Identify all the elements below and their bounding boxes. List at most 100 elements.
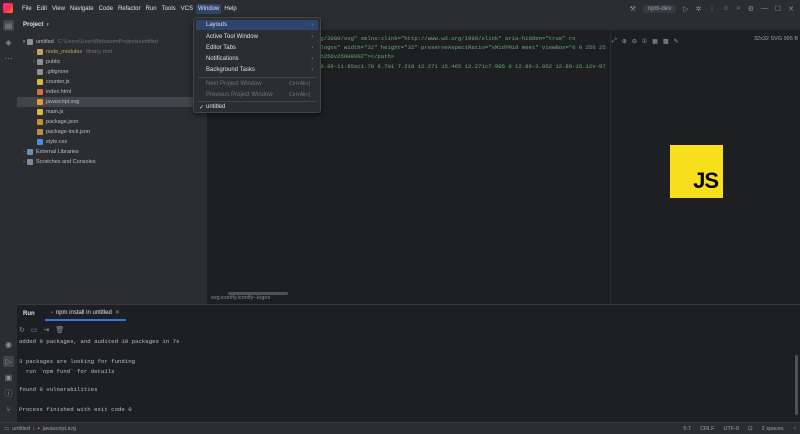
menu-window[interactable]: Window <box>196 3 222 14</box>
menu-item-next-project-window[interactable]: Next Project Window Ctrl+Alt+] <box>196 79 318 89</box>
status-widgets: 5:7 CRLF UTF-8 ⊡ 2 spaces ◔ <box>683 423 796 434</box>
submenu-arrow-icon: › <box>311 34 313 40</box>
settings-icon[interactable]: ⚙ <box>748 5 754 13</box>
run-tab[interactable]: ▪ npm install in untitled ✕ <box>44 306 126 321</box>
json-file-icon <box>37 129 43 135</box>
menu-item-active-tool-window[interactable]: Active Tool Window › <box>196 32 318 42</box>
menu-item-layouts[interactable]: Layouts › <box>196 20 318 30</box>
tree-item-hint: library root <box>86 49 113 55</box>
menu-tools[interactable]: Tools <box>160 4 178 14</box>
tree-item-node-modules[interactable]: › node_modules library root <box>17 47 207 57</box>
grid-icon[interactable]: ▦ <box>652 38 658 45</box>
menu-vcs[interactable]: VCS <box>179 4 195 14</box>
problems-tool-icon[interactable]: ⓘ <box>3 388 14 399</box>
menu-item-background-tasks[interactable]: Background Tasks › <box>196 65 318 75</box>
chessboard-icon[interactable]: ▩ <box>663 38 669 45</box>
stop-icon[interactable]: ▭ <box>31 326 38 334</box>
chevron-down-icon[interactable]: ▾ <box>46 22 49 28</box>
tree-item-label: node_modules <box>46 49 83 55</box>
tree-item-scratches[interactable]: › Scratches and Consoles <box>17 157 207 167</box>
user-icon[interactable]: ☺ <box>722 5 729 12</box>
console-line: 3 packages are looking for funding <box>19 358 136 365</box>
lock-icon[interactable]: ⊡ <box>748 426 753 432</box>
tree-item-main-js[interactable]: main.js <box>17 107 207 117</box>
menu-view[interactable]: View <box>50 4 67 14</box>
search-icon[interactable]: ⌕ <box>737 5 741 13</box>
tree-item-style-css[interactable]: style.css <box>17 137 207 147</box>
eyedropper-icon[interactable]: ✎ <box>674 38 679 45</box>
tree-item-index-html[interactable]: index.html <box>17 87 207 97</box>
restore-layout-icon[interactable]: ⇥ <box>44 326 50 334</box>
close-tab-icon[interactable]: ✕ <box>115 309 120 316</box>
zoom-in-icon[interactable]: ⊕ <box>622 38 627 45</box>
actual-size-icon[interactable]: ① <box>642 38 647 45</box>
terminal-tool-icon[interactable]: ▣ <box>3 372 14 383</box>
fit-icon[interactable]: ⤢ <box>612 38 617 45</box>
run-icon[interactable]: ▷ <box>683 5 688 13</box>
services-tool-icon[interactable]: ◉ <box>3 339 14 350</box>
project-panel-header[interactable]: Project ▾ <box>17 17 207 33</box>
svg-file-icon: ▪ <box>37 425 40 432</box>
menu-item-notifications[interactable]: Notifications › <box>196 54 318 64</box>
close-icon[interactable]: ✕ <box>788 5 794 13</box>
tree-item-public[interactable]: › public <box>17 57 207 67</box>
more-icon[interactable]: ⋮ <box>708 5 715 13</box>
js-file-icon <box>37 79 43 85</box>
file-encoding[interactable]: UTF-8 <box>723 426 739 432</box>
debug-icon[interactable]: ✲ <box>696 5 702 13</box>
tree-item-label: counter.js <box>46 79 70 85</box>
tree-root-name: untitled <box>36 39 54 45</box>
tree-item-external-libraries[interactable]: › External Libraries <box>17 147 207 157</box>
title-bar-actions: ⚒ npm-dev ▷ ✲ ⋮ ☺ ⌕ ⚙ — ☐ ✕ <box>630 0 800 17</box>
minimize-icon[interactable]: — <box>761 5 768 12</box>
tree-root-path: C:\Users\User\WebstormProjects\untitled <box>57 39 158 45</box>
tree-item-label: Scratches and Consoles <box>36 159 96 165</box>
tree-item-gitignore[interactable]: .gitignore <box>17 67 207 77</box>
library-icon <box>27 149 33 155</box>
run-config-selector[interactable]: npm-dev <box>642 4 677 13</box>
tree-item-counter-js[interactable]: counter.js <box>17 77 207 87</box>
tree-item-package-json[interactable]: package.json <box>17 117 207 127</box>
menu-help[interactable]: Help <box>222 4 238 14</box>
menu-item-untitled[interactable]: ✓ untitled <box>196 102 318 112</box>
breadcrumb[interactable]: svg.iconify.iconify--logos <box>207 293 611 304</box>
js-file-icon <box>37 109 43 115</box>
rerun-icon[interactable]: ↻ <box>19 326 25 334</box>
project-tool-icon[interactable]: ▤ <box>3 20 14 31</box>
menu-file[interactable]: File <box>20 4 34 14</box>
notifications-icon[interactable]: ◔ <box>793 426 796 432</box>
menu-code[interactable]: Code <box>97 4 115 14</box>
tree-root[interactable]: ▾ untitled C:\Users\User\WebstormProject… <box>17 37 207 47</box>
menu-navigate[interactable]: Navigate <box>68 4 96 14</box>
js-logo-text: JS <box>693 168 719 193</box>
indent-setting[interactable]: 2 spaces <box>762 426 784 432</box>
hammer-icon[interactable]: ⚒ <box>630 5 636 13</box>
run-tool-icon[interactable]: ▷ <box>3 356 14 367</box>
line-ending[interactable]: CRLF <box>700 426 714 432</box>
trash-icon[interactable]: 🗑 <box>55 326 64 334</box>
status-path-project[interactable]: untitled <box>12 426 30 432</box>
console-output[interactable]: added 9 packages, and audited 10 package… <box>19 338 779 418</box>
console-line: Process finished with exit code 0 <box>19 406 132 413</box>
submenu-arrow-icon: › <box>311 56 313 62</box>
menu-run[interactable]: Run <box>144 4 159 14</box>
tree-item-package-lock-json[interactable]: package-lock.json <box>17 127 207 137</box>
git-tool-icon[interactable]: ⑂ <box>3 404 14 415</box>
more-tools-icon[interactable]: ⋯ <box>3 53 14 64</box>
caret-position[interactable]: 5:7 <box>683 426 691 432</box>
status-path-file[interactable]: javascript.svg <box>43 426 76 432</box>
commit-tool-icon[interactable]: ◈ <box>3 37 14 48</box>
preview-divider[interactable] <box>610 30 611 304</box>
html-file-icon <box>37 89 43 95</box>
menu-item-editor-tabs[interactable]: Editor Tabs › <box>196 43 318 53</box>
tree-item-javascript-svg[interactable]: javascript.svg <box>17 97 207 107</box>
window-menu-dropdown: Layouts › Active Tool Window › Editor Tabs… <box>193 17 321 113</box>
menu-item-previous-project-window[interactable]: Previous Project Window Ctrl+Alt+[ <box>196 90 318 100</box>
maximize-icon[interactable]: ☐ <box>775 5 781 13</box>
menu-edit[interactable]: Edit <box>35 4 49 14</box>
menu-refactor[interactable]: Refactor <box>116 4 143 14</box>
console-scrollbar[interactable] <box>795 355 798 415</box>
menu-separator <box>198 77 316 78</box>
zoom-out-icon[interactable]: ⊖ <box>632 38 637 45</box>
tree-item-label: public <box>46 59 61 65</box>
